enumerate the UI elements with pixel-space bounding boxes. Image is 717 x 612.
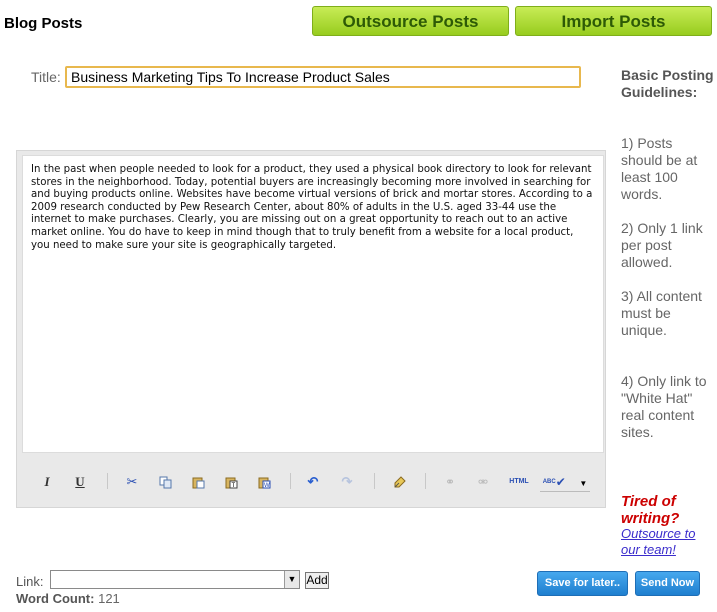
editor-toolbar: I U ✂ T W ↶ ↷ ⚭ ⚮ HTML ABC✔ ▼ bbox=[22, 458, 604, 504]
word-count-value: 121 bbox=[98, 591, 120, 606]
chevron-down-icon: ▼ bbox=[579, 479, 588, 488]
paste-icon[interactable] bbox=[187, 472, 209, 492]
spellcheck-icon[interactable]: ABC✔ ▼ bbox=[540, 472, 590, 492]
guideline-item: 1) Posts should be at least 100 words. bbox=[621, 135, 698, 202]
title-label: Title: bbox=[31, 69, 61, 85]
add-link-button[interactable]: Add bbox=[305, 572, 329, 589]
import-posts-button[interactable]: Import Posts bbox=[515, 6, 712, 36]
svg-text:W: W bbox=[264, 483, 270, 489]
guideline-item: 3) All content must be unique. bbox=[621, 288, 702, 338]
clean-icon[interactable] bbox=[388, 472, 410, 492]
paste-word-icon[interactable]: W bbox=[253, 472, 275, 492]
chevron-down-icon[interactable]: ▼ bbox=[284, 571, 299, 588]
outsource-posts-button[interactable]: Outsource Posts bbox=[312, 6, 509, 36]
guidelines-heading: Basic Posting Guidelines: bbox=[621, 67, 714, 100]
paste-text-icon[interactable]: T bbox=[220, 472, 242, 492]
guideline-item: 4) Only link to "White Hat" real content… bbox=[621, 373, 707, 440]
link-select[interactable]: ▼ bbox=[50, 570, 300, 589]
cut-icon[interactable]: ✂ bbox=[121, 472, 143, 492]
tired-of-writing-text: Tired of writing? bbox=[621, 493, 680, 527]
post-body-editor[interactable]: In the past when people needed to look f… bbox=[22, 155, 604, 453]
guideline-item: 2) Only 1 link per post allowed. bbox=[621, 220, 703, 270]
svg-text:T: T bbox=[231, 483, 235, 489]
link-label: Link: bbox=[16, 574, 44, 589]
html-icon[interactable]: HTML bbox=[504, 472, 534, 492]
page-title: Blog Posts bbox=[4, 15, 83, 32]
redo-icon[interactable]: ↷ bbox=[336, 472, 358, 492]
link-icon[interactable]: ⚭ bbox=[439, 472, 461, 492]
underline-icon[interactable]: U bbox=[69, 472, 91, 492]
unlink-icon[interactable]: ⚮ bbox=[472, 472, 494, 492]
italic-icon[interactable]: I bbox=[36, 472, 58, 492]
save-for-later-button[interactable]: Save for later.. bbox=[537, 571, 628, 596]
outsource-team-link[interactable]: Outsource to our team! bbox=[621, 526, 716, 558]
word-count: Word Count: 121 bbox=[16, 591, 120, 606]
copy-icon[interactable] bbox=[154, 472, 176, 492]
title-input[interactable] bbox=[65, 66, 581, 88]
undo-icon[interactable]: ↶ bbox=[302, 472, 324, 492]
send-now-button[interactable]: Send Now bbox=[635, 571, 700, 596]
word-count-label: Word Count: bbox=[16, 591, 95, 606]
